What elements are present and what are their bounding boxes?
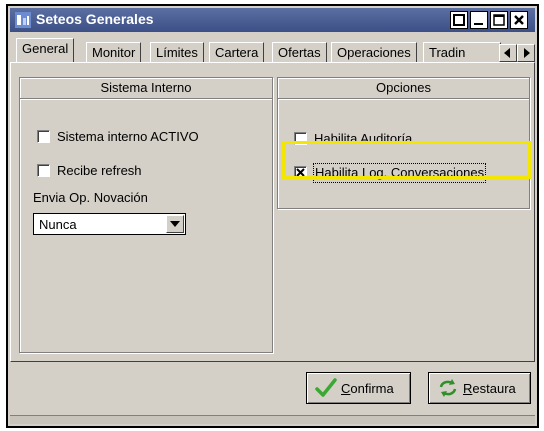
checkbox-label: Recibe refresh: [57, 163, 142, 178]
title-bar[interactable]: Seteos Generales: [10, 8, 535, 32]
tab-label: General: [22, 41, 69, 56]
tab-page-general: Sistema Interno Sistema interno ACTIVO R…: [10, 62, 535, 362]
restaura-button[interactable]: Restaura: [428, 372, 531, 404]
tab-scroll-right-button[interactable]: [517, 44, 535, 62]
select-value: Nunca: [39, 217, 77, 232]
group-title: Sistema Interno: [20, 78, 272, 99]
maximize-icon: [493, 14, 505, 26]
tab-label: Límites: [156, 45, 198, 60]
close-icon: [514, 15, 524, 25]
tab-general[interactable]: General: [16, 38, 75, 62]
chevron-down-icon: [170, 221, 180, 227]
group-sistema-interno: Sistema Interno Sistema interno ACTIVO R…: [19, 77, 273, 353]
button-label: Confirma: [341, 381, 394, 396]
tab-label: Ofertas: [278, 45, 321, 60]
tab-limites[interactable]: Límites: [150, 42, 204, 62]
button-label: Restaura: [463, 381, 516, 396]
group-title: Opciones: [278, 78, 529, 99]
arrow-right-icon: [524, 48, 530, 58]
highlight-box: [282, 141, 531, 179]
confirma-button[interactable]: Confirma: [306, 372, 411, 404]
novacion-label: Envia Op. Novación: [33, 190, 148, 205]
restore-icon: [453, 14, 465, 26]
close-button[interactable]: [510, 11, 528, 29]
minimize-button[interactable]: [470, 11, 488, 29]
window-title: Seteos Generales: [36, 11, 154, 27]
tab-cartera[interactable]: Cartera: [209, 42, 265, 62]
tab-label: Tradin: [429, 45, 466, 60]
app-icon: [15, 12, 31, 28]
tab-label: Operaciones: [337, 45, 411, 60]
tab-operaciones[interactable]: Operaciones: [331, 42, 417, 62]
novacion-select[interactable]: Nunca: [33, 213, 186, 235]
maximize-button[interactable]: [490, 11, 508, 29]
checkbox-box[interactable]: [37, 164, 50, 177]
checkbox-label: Sistema interno ACTIVO: [57, 129, 199, 144]
minimize-icon: [474, 23, 483, 25]
tab-monitor[interactable]: Monitor: [86, 42, 142, 62]
refresh-icon: [437, 378, 459, 401]
arrow-left-icon: [504, 48, 510, 58]
tab-ofertas[interactable]: Ofertas: [272, 42, 327, 62]
checkbox-box[interactable]: [37, 130, 50, 143]
dropdown-button[interactable]: [166, 215, 184, 233]
check-icon: [315, 378, 337, 401]
tab-scroll-left-button[interactable]: [499, 44, 517, 62]
bottom-scrollbar[interactable]: [10, 415, 535, 424]
tab-label: Monitor: [92, 45, 136, 60]
settings-window: Seteos Generales General Monitor Límites…: [6, 4, 539, 428]
tab-trading[interactable]: Tradin: [423, 42, 501, 62]
restore-button[interactable]: [450, 11, 468, 29]
tab-label: Cartera: [215, 45, 259, 60]
